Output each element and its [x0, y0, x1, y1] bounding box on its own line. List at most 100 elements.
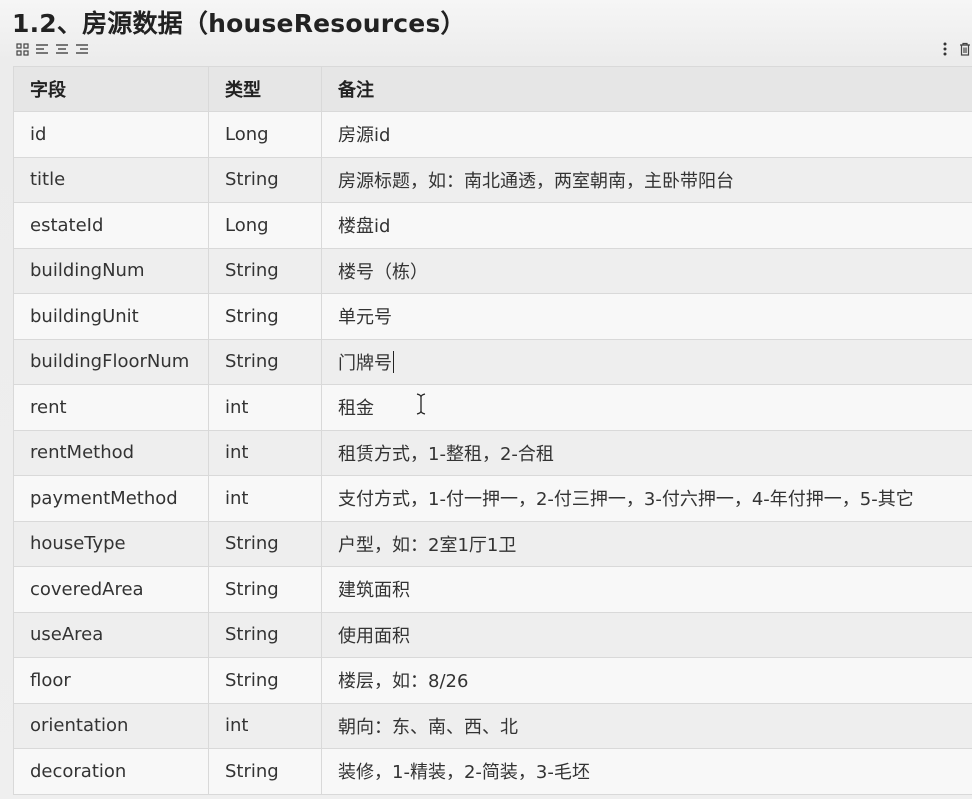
note-text: 户型，如：2室1厅1卫: [338, 534, 517, 556]
cell-note[interactable]: 租赁方式，1-整租，2-合租: [321, 429, 972, 476]
cell-type[interactable]: Long: [208, 111, 322, 158]
cell-field[interactable]: decoration: [13, 748, 209, 795]
cell-note[interactable]: 单元号: [321, 293, 972, 340]
cell-note[interactable]: 房源标题，如：南北通透，两室朝南，主卧带阳台: [321, 156, 972, 203]
table-row: title String 房源标题，如：南北通透，两室朝南，主卧带阳台: [13, 156, 972, 203]
editor-page: 1.2、房源数据（houseResources） 字段 类型 备注 id Lon…: [0, 0, 972, 799]
type-text: int: [225, 442, 249, 464]
cell-field[interactable]: id: [13, 111, 209, 158]
cell-type[interactable]: String: [208, 156, 322, 203]
text-caret: [393, 350, 394, 373]
cell-note[interactable]: 朝向：东、南、西、北: [321, 702, 972, 749]
header-field[interactable]: 字段: [13, 66, 209, 112]
cell-type[interactable]: Long: [208, 202, 322, 249]
table-row: coveredArea String 建筑面积: [13, 566, 972, 613]
note-text: 建筑面积: [338, 580, 410, 602]
table-header-row: 字段 类型 备注: [13, 66, 972, 112]
table-toolbar: [15, 42, 89, 56]
note-text: 租赁方式，1-整租，2-合租: [338, 443, 554, 465]
cell-type[interactable]: int: [208, 475, 322, 522]
header-type[interactable]: 类型: [208, 66, 322, 112]
table-row: id Long 房源id: [13, 111, 972, 158]
field-text: buildingNum: [30, 260, 145, 282]
field-text: useArea: [30, 624, 104, 646]
cell-type[interactable]: String: [208, 611, 322, 658]
cell-type[interactable]: int: [208, 429, 322, 476]
cell-note[interactable]: 户型，如：2室1厅1卫: [321, 520, 972, 567]
cell-type[interactable]: String: [208, 520, 322, 567]
cell-note[interactable]: 门牌号: [321, 338, 972, 385]
table-row: orientation int 朝向：东、南、西、北: [13, 702, 972, 749]
cell-field[interactable]: orientation: [13, 702, 209, 749]
field-text: rentMethod: [30, 442, 135, 464]
cell-field[interactable]: buildingUnit: [13, 293, 209, 340]
cell-field[interactable]: buildingFloorNum: [13, 338, 209, 385]
more-vertical-icon[interactable]: [938, 42, 952, 56]
note-text: 房源标题，如：南北通透，两室朝南，主卧带阳台: [338, 170, 734, 192]
cell-field[interactable]: rentMethod: [13, 429, 209, 476]
field-text: id: [30, 123, 47, 145]
house-resources-table: 字段 类型 备注 id Long 房源id title String 房源标题，如：南北通…: [13, 66, 972, 795]
table-row: buildingNum String 楼号（栋）: [13, 247, 972, 294]
cell-field[interactable]: title: [13, 156, 209, 203]
type-text: Long: [225, 214, 269, 236]
field-text: estateId: [30, 214, 104, 236]
note-text: 装修，1-精装，2-简装，3-毛坯: [338, 762, 590, 784]
header-note[interactable]: 备注: [321, 66, 972, 112]
cell-field[interactable]: floor: [13, 657, 209, 704]
field-text: paymentMethod: [30, 487, 178, 509]
table-row: useArea String 使用面积: [13, 611, 972, 658]
section-heading[interactable]: 1.2、房源数据（houseResources）: [12, 4, 466, 40]
type-text: String: [225, 305, 279, 327]
field-text: buildingFloorNum: [30, 351, 190, 373]
cell-note[interactable]: 使用面积: [321, 611, 972, 658]
type-text: int: [225, 396, 249, 418]
cell-type[interactable]: String: [208, 338, 322, 385]
cell-field[interactable]: useArea: [13, 611, 209, 658]
table-row: buildingFloorNum String 门牌号: [13, 338, 972, 385]
note-text: 单元号: [338, 307, 392, 329]
note-text: 使用面积: [338, 625, 410, 647]
cell-field[interactable]: houseType: [13, 520, 209, 567]
cell-note[interactable]: 建筑面积: [321, 566, 972, 613]
grid-icon[interactable]: [15, 42, 29, 56]
cell-field[interactable]: rent: [13, 384, 209, 431]
cell-type[interactable]: String: [208, 657, 322, 704]
note-text: 门牌号: [338, 352, 392, 374]
cell-note[interactable]: 支付方式，1-付一押一，2-付三押一，3-付六押一，4-年付押一，5-其它: [321, 475, 972, 522]
cell-note[interactable]: 房源id: [321, 111, 972, 158]
cell-type[interactable]: int: [208, 702, 322, 749]
align-center-icon[interactable]: [55, 42, 69, 56]
cell-field[interactable]: coveredArea: [13, 566, 209, 613]
cell-type[interactable]: int: [208, 384, 322, 431]
type-text: Long: [225, 123, 269, 145]
type-text: String: [225, 760, 279, 782]
align-left-icon[interactable]: [35, 42, 49, 56]
cell-field[interactable]: estateId: [13, 202, 209, 249]
cell-note[interactable]: 楼盘id: [321, 202, 972, 249]
trash-icon[interactable]: [958, 42, 972, 56]
type-text: String: [225, 533, 279, 555]
field-text: floor: [30, 669, 71, 691]
cell-field[interactable]: buildingNum: [13, 247, 209, 294]
field-text: title: [30, 169, 66, 191]
cell-type[interactable]: String: [208, 247, 322, 294]
cell-type[interactable]: String: [208, 293, 322, 340]
cell-note[interactable]: 装修，1-精装，2-简装，3-毛坯: [321, 748, 972, 795]
note-text: 支付方式，1-付一押一，2-付三押一，3-付六押一，4-年付押一，5-其它: [338, 489, 914, 511]
table-row: decoration String 装修，1-精装，2-简装，3-毛坯: [13, 748, 972, 795]
type-text: String: [225, 669, 279, 691]
cell-type[interactable]: String: [208, 566, 322, 613]
type-text: String: [225, 578, 279, 600]
cell-field[interactable]: paymentMethod: [13, 475, 209, 522]
cell-note[interactable]: 楼层，如：8/26: [321, 657, 972, 704]
note-text: 房源id: [338, 125, 391, 147]
table-row: estateId Long 楼盘id: [13, 202, 972, 249]
cell-note[interactable]: 楼号（栋）: [321, 247, 972, 294]
cell-type[interactable]: String: [208, 748, 322, 795]
type-text: String: [225, 624, 279, 646]
field-text: orientation: [30, 715, 129, 737]
note-text: 楼号（栋）: [338, 261, 428, 283]
table-row: floor String 楼层，如：8/26: [13, 657, 972, 704]
align-right-icon[interactable]: [75, 42, 89, 56]
